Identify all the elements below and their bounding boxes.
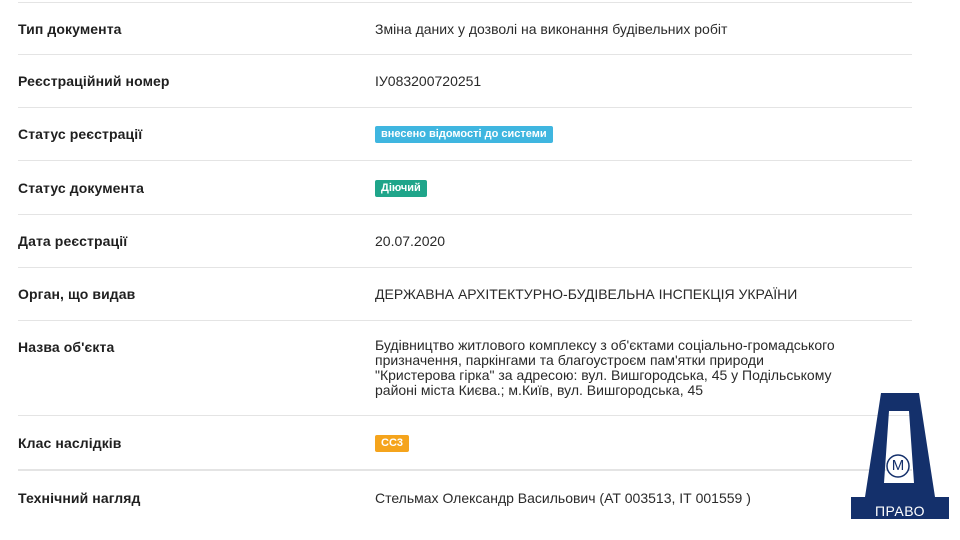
object-name-line: Будівництво житлового комплексу з об'єкт… <box>375 337 835 353</box>
field-value: ДЕРЖАВНА АРХІТЕКТУРНО-БУДІВЕЛЬНА ІНСПЕКЦ… <box>375 286 798 302</box>
status-badge: внесено відомості до системи <box>375 126 553 144</box>
field-label: Статус документа <box>18 179 144 196</box>
field-value: Будівництво житлового комплексу з об'єкт… <box>375 338 912 398</box>
field-label: Реєстраційний номер <box>18 73 170 89</box>
field-value: СС3 <box>375 433 912 452</box>
row-registration-status: Статус реєстрації внесено відомості до с… <box>18 108 912 161</box>
field-value: Зміна даних у дозволі на виконання будів… <box>375 20 728 37</box>
row-technical-supervision: Технічний нагляд Стельмах Олександр Васи… <box>18 471 912 525</box>
logo-m-letter: М <box>891 457 905 474</box>
field-label: Орган, що видав <box>18 286 136 302</box>
row-document-type: Тип документа Зміна даних у дозволі на в… <box>18 3 912 55</box>
field-label: Статус реєстрації <box>18 126 143 142</box>
field-value: IУ083200720251 <box>375 73 482 89</box>
field-label: Дата реєстрації <box>18 233 128 249</box>
logo-caption: ПРАВО <box>874 503 926 519</box>
field-value: 20.07.2020 <box>375 233 446 249</box>
row-issuing-authority: Орган, що видав ДЕРЖАВНА АРХІТЕКТУРНО-БУ… <box>18 268 912 321</box>
field-value: внесено відомості до системи <box>375 125 912 144</box>
field-label: Тип документа <box>18 20 122 37</box>
field-value: Стельмах Олександр Васильович (АТ 003513… <box>375 490 751 506</box>
status-badge: Діючий <box>375 179 427 197</box>
class-badge: СС3 <box>375 434 410 452</box>
row-registration-date: Дата реєстрації 20.07.2020 <box>18 215 912 268</box>
object-name-line: "Кристерова гірка" за адресою: вул. Вишг… <box>375 367 832 383</box>
row-document-status: Статус документа Діючий <box>18 161 912 215</box>
field-label: Назва об'єкта <box>18 339 115 355</box>
object-name-line: призначення, паркінгами та благоустроєм … <box>375 352 764 368</box>
field-label: Клас наслідків <box>18 434 122 451</box>
row-registration-number: Реєстраційний номер IУ083200720251 <box>18 55 912 108</box>
field-label: Технічний нагляд <box>18 490 141 506</box>
row-consequence-class: Клас наслідків СС3 <box>18 416 912 471</box>
row-object-name: Назва об'єкта Будівництво житлового комп… <box>18 321 912 416</box>
field-value: Діючий <box>375 178 912 197</box>
document-details-table: Тип документа Зміна даних у дозволі на в… <box>18 2 912 525</box>
object-name-line: районі міста Києва.; м.Київ, вул. Вишгор… <box>375 382 704 398</box>
